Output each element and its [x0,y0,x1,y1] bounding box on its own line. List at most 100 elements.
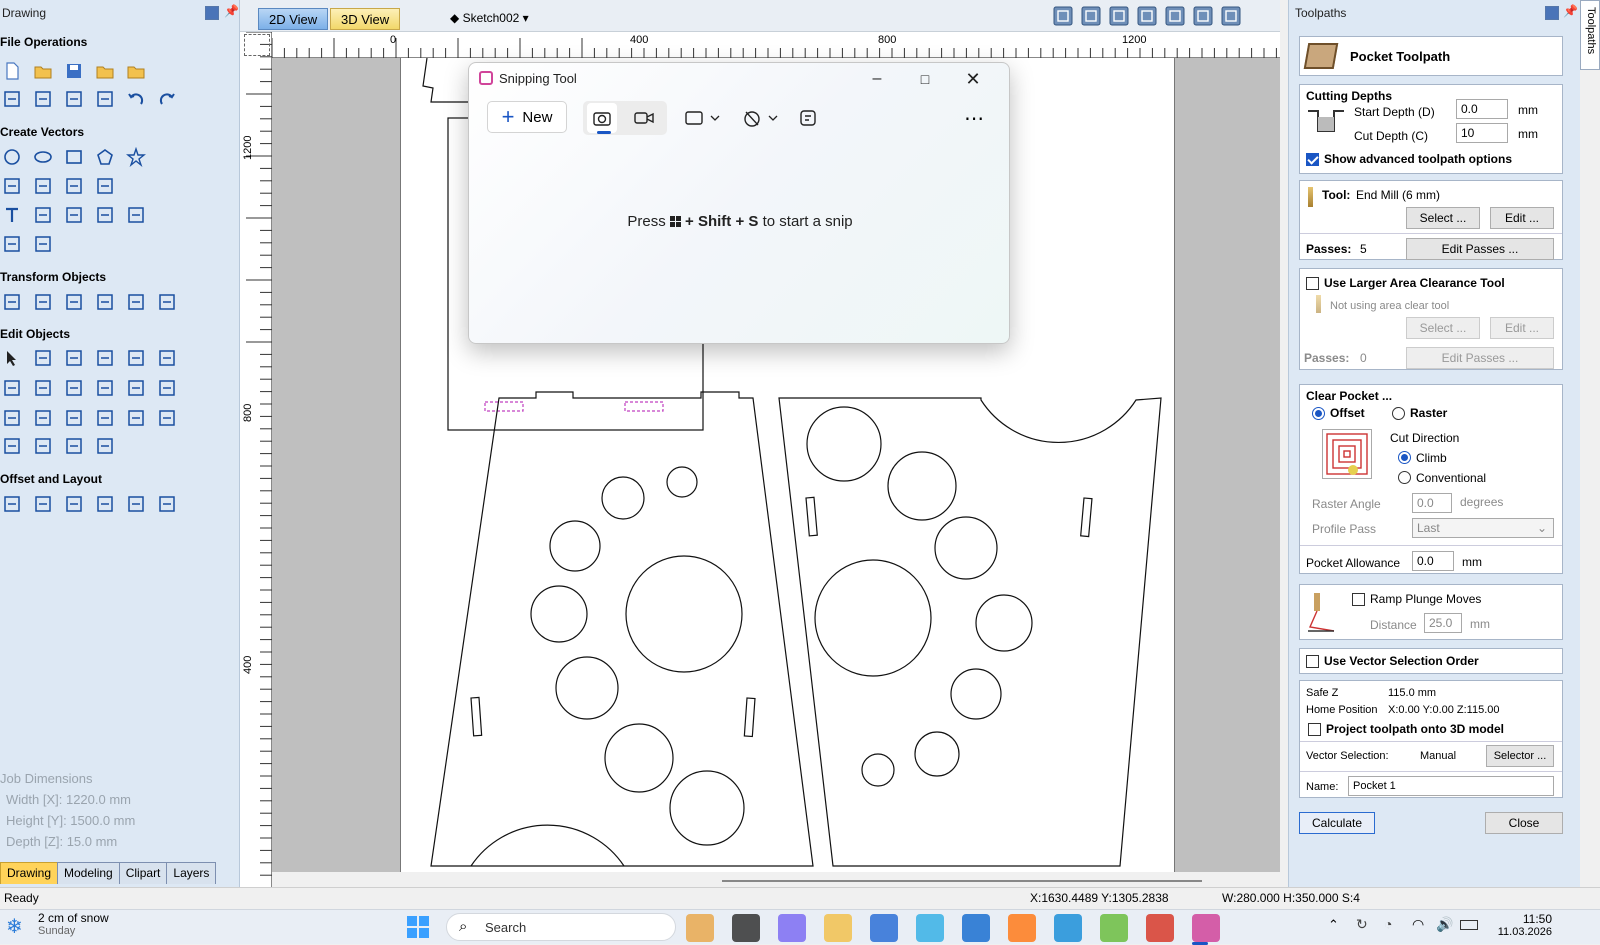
scrollbar-thumb[interactable] [722,880,1202,882]
dimension-icon[interactable] [1,233,23,255]
node-edit-icon[interactable] [32,347,54,369]
ramp-checkbox[interactable] [1352,593,1365,606]
text-icon[interactable] [1,204,23,226]
circle-cutout[interactable] [604,723,674,793]
tool-edit-button[interactable]: Edit ... [1490,207,1554,229]
taskbar-search[interactable]: ⌕ Search [446,913,676,941]
ramp-distance-input[interactable]: 25.0 [1424,613,1462,633]
text-spacing-icon[interactable] [94,204,116,226]
save-file-icon[interactable] [63,60,85,82]
vector-order-checkbox[interactable] [1306,655,1319,668]
angle-icon[interactable] [63,435,85,457]
picture-icon[interactable] [156,407,178,429]
volume-icon[interactable]: 🔊 [1436,916,1453,933]
slot-cutout[interactable] [743,697,756,738]
wifi-icon[interactable]: ◠ [1412,916,1424,933]
advanced-options-checkbox[interactable] [1306,153,1319,166]
offset-icon[interactable] [1,493,23,515]
array-icon[interactable] [32,493,54,515]
new-snip-button[interactable]: + New [487,101,567,133]
undo-icon[interactable] [125,88,147,110]
circle-cutout[interactable] [666,466,698,498]
scissors-icon[interactable] [125,377,147,399]
mirror-icon[interactable] [94,291,116,313]
import-icon[interactable] [125,60,147,82]
zoom-fit-icon[interactable] [1220,5,1242,27]
new-file-icon[interactable] [1,60,23,82]
smooth-icon[interactable] [63,407,85,429]
pocket-allowance-input[interactable]: 0.0 [1412,551,1454,571]
circle-cutout[interactable] [914,731,960,777]
zoom-out-icon[interactable] [1192,5,1214,27]
pin-icon[interactable]: 📌 [224,4,239,18]
maximize-icon[interactable]: □ [909,67,941,91]
slot-cutout[interactable] [470,696,483,737]
fit-curve-icon[interactable] [1,435,23,457]
spiral-icon[interactable] [94,175,116,197]
open-folder-icon[interactable] [94,60,116,82]
close-button[interactable]: Close [1485,812,1563,834]
select-all-icon[interactable] [1,88,23,110]
rotate-icon[interactable] [63,291,85,313]
sketch-selector[interactable]: ◆ Sketch002 ▾ [450,8,529,28]
circle-cutout[interactable] [950,668,1002,720]
trim-icon[interactable] [156,347,178,369]
horizontal-scrollbar[interactable] [272,872,1280,888]
pan-icon[interactable] [1136,5,1158,27]
tab-modeling[interactable]: Modeling [57,862,120,884]
raster-angle-input[interactable]: 0.0 [1412,493,1452,513]
dock-icon[interactable] [205,6,219,20]
circle-icon[interactable] [1,146,23,168]
timer-dropdown-icon[interactable] [739,103,783,133]
nest-icon[interactable] [94,493,116,515]
outlook-icon[interactable] [962,914,990,942]
sync-icon[interactable]: ↻ [1356,916,1368,933]
transform-select-icon[interactable] [63,347,85,369]
group-icon[interactable] [94,347,116,369]
close-vector-icon[interactable] [32,407,54,429]
polygon-icon[interactable] [94,146,116,168]
chevron-up-icon[interactable]: ⌃ [1328,917,1339,933]
zoom-extents-icon[interactable] [1080,5,1102,27]
select-icon[interactable] [1,347,23,369]
video-icon[interactable] [629,103,659,133]
circle-cutout[interactable] [530,585,588,643]
intersect-icon[interactable] [63,377,85,399]
snipping-tool-icon[interactable] [1192,914,1220,942]
join-icon[interactable] [1,407,23,429]
open-file-icon[interactable] [32,60,54,82]
calculate-button[interactable]: Calculate [1299,812,1375,834]
slot-cutout[interactable] [1080,497,1093,538]
store-app-icon[interactable] [870,914,898,942]
circle-cutout[interactable] [887,451,957,521]
offset-radio[interactable] [1312,407,1325,420]
scale-icon[interactable] [32,291,54,313]
rectangle-icon[interactable] [63,146,85,168]
edge-icon[interactable] [1054,914,1082,942]
photos-app-icon[interactable] [686,914,714,942]
bracket-icon[interactable] [32,435,54,457]
grid-icon[interactable] [125,493,147,515]
offset-arrow-icon[interactable] [94,407,116,429]
utorrent-icon[interactable] [1100,914,1128,942]
slot-cutout[interactable] [805,496,818,537]
tab-layers[interactable]: Layers [166,862,217,884]
area-edit-passes-button[interactable]: Edit Passes ... [1406,347,1554,369]
text-actions-icon[interactable] [793,103,823,133]
tab-drawing[interactable]: Drawing [0,862,59,884]
copy-icon[interactable] [63,88,85,110]
project-3d-checkbox[interactable] [1308,723,1321,736]
security-icon[interactable]: ◔ [1384,916,1392,932]
tool-select-button[interactable]: Select ... [1406,207,1480,229]
curve-icon[interactable] [32,175,54,197]
edge-preview-icon[interactable] [916,914,944,942]
more-options-icon[interactable]: ⋯ [959,103,989,133]
camera-icon[interactable] [587,103,617,133]
grid-icon[interactable] [1108,5,1130,27]
battery-icon[interactable] [1460,920,1478,930]
circle-cutout[interactable] [814,559,932,677]
clock[interactable]: 11:50 11.03.2026 [1496,912,1552,938]
circle-cutout[interactable] [549,520,601,572]
circle-cutout[interactable] [934,516,998,580]
area-select-button[interactable]: Select ... [1406,317,1480,339]
